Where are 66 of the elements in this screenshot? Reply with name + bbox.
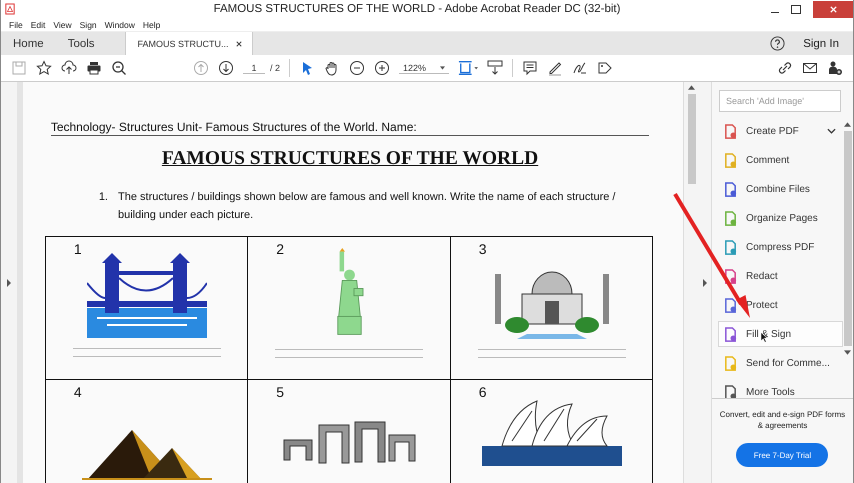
scroll-up-icon[interactable] bbox=[844, 122, 852, 127]
search-icon[interactable] bbox=[111, 60, 127, 76]
tool-item[interactable]: More Tools bbox=[718, 379, 843, 398]
tool-search-field[interactable]: Search 'Add Image' bbox=[718, 90, 841, 112]
upload-icon[interactable] bbox=[61, 60, 77, 76]
scrollbar-thumb[interactable] bbox=[688, 94, 696, 184]
promo-text: Convert, edit and e-sign PDF forms & agreements bbox=[718, 409, 846, 431]
worksheet-header: Technology- Structures Unit- Famous Structures of the World. Name: bbox=[50, 120, 650, 136]
list-number: 1. bbox=[98, 190, 108, 205]
menu-item[interactable]: Edit bbox=[30, 20, 46, 30]
zoom-out-icon[interactable] bbox=[349, 60, 366, 76]
tool-item[interactable]: Combine Files bbox=[718, 176, 843, 202]
trial-button[interactable]: Free 7-Day Trial bbox=[736, 443, 828, 467]
zoom-in-icon[interactable] bbox=[374, 60, 390, 76]
scroll-mode-icon[interactable] bbox=[487, 60, 504, 76]
expand-arrow-icon[interactable] bbox=[6, 278, 11, 286]
zoom-dropdown[interactable]: 122% bbox=[399, 62, 450, 74]
mouse-cursor-icon bbox=[761, 332, 768, 343]
tag-icon[interactable] bbox=[597, 60, 614, 76]
worksheet-title: FAMOUS STRUCTURES OF THE WORLD bbox=[160, 148, 540, 170]
scroll-up-icon[interactable] bbox=[688, 85, 696, 90]
help-icon[interactable] bbox=[770, 36, 786, 51]
print-icon[interactable] bbox=[86, 60, 102, 76]
menu-item[interactable]: View bbox=[53, 20, 72, 30]
close-button[interactable] bbox=[813, 0, 853, 18]
picture-number: 3 bbox=[478, 241, 487, 257]
signature-icon[interactable] bbox=[572, 60, 588, 76]
chevron-icon[interactable] bbox=[826, 128, 836, 134]
pen-icon[interactable] bbox=[547, 60, 564, 76]
mail-icon[interactable] bbox=[802, 60, 818, 76]
picture-number: 1 bbox=[74, 241, 82, 257]
menu-item[interactable]: File bbox=[9, 20, 23, 30]
scroll-down-icon[interactable] bbox=[844, 350, 852, 355]
comment-icon[interactable] bbox=[522, 60, 538, 76]
app-icon bbox=[5, 3, 15, 15]
tab[interactable]: Tools bbox=[56, 32, 107, 55]
link-icon[interactable] bbox=[777, 60, 793, 76]
tab[interactable]: FAMOUS STRUCTU... bbox=[124, 32, 253, 55]
add-user-icon[interactable] bbox=[827, 60, 843, 76]
menu-item[interactable]: Window bbox=[104, 20, 135, 30]
instruction-text: The structures / buildings shown below are famous and well known. Write the name of each structure / building under each picture. bbox=[118, 190, 616, 223]
picture-number: 4 bbox=[74, 384, 82, 400]
tab[interactable]: Home bbox=[1, 32, 56, 55]
menu-item[interactable]: Help bbox=[142, 20, 160, 30]
menu-item[interactable]: Sign bbox=[80, 20, 97, 30]
window-title: FAMOUS STRUCTURES OF THE WORLD - Adobe Acrobat Reader DC (32-bit) bbox=[212, 3, 622, 15]
tool-item[interactable]: Compress PDF bbox=[718, 234, 843, 260]
scrollbar-thumb[interactable] bbox=[844, 131, 852, 346]
tool-item[interactable]: Organize Pages bbox=[718, 205, 843, 231]
maximize-button[interactable] bbox=[791, 4, 801, 14]
page-number-field[interactable]: 1 bbox=[243, 62, 265, 74]
tool-item[interactable]: Send for Comme... bbox=[718, 350, 843, 376]
picture-number: 6 bbox=[478, 384, 487, 400]
close-icon[interactable] bbox=[236, 40, 242, 46]
collapse-arrow-icon[interactable] bbox=[703, 278, 708, 286]
picture-number: 2 bbox=[276, 241, 284, 257]
tool-item[interactable]: Comment bbox=[718, 147, 843, 173]
tool-item[interactable]: Create PDF bbox=[718, 118, 843, 144]
fit-page-icon[interactable] bbox=[458, 60, 478, 76]
sign-in-button[interactable]: Sign In bbox=[797, 32, 845, 55]
arrow-down-icon[interactable] bbox=[218, 60, 234, 76]
caret-icon[interactable] bbox=[440, 66, 446, 70]
page-total: / 2 bbox=[270, 63, 280, 73]
tool-item[interactable]: Redact bbox=[718, 263, 843, 289]
picture-number: 5 bbox=[276, 384, 284, 400]
star-icon[interactable] bbox=[36, 60, 52, 76]
